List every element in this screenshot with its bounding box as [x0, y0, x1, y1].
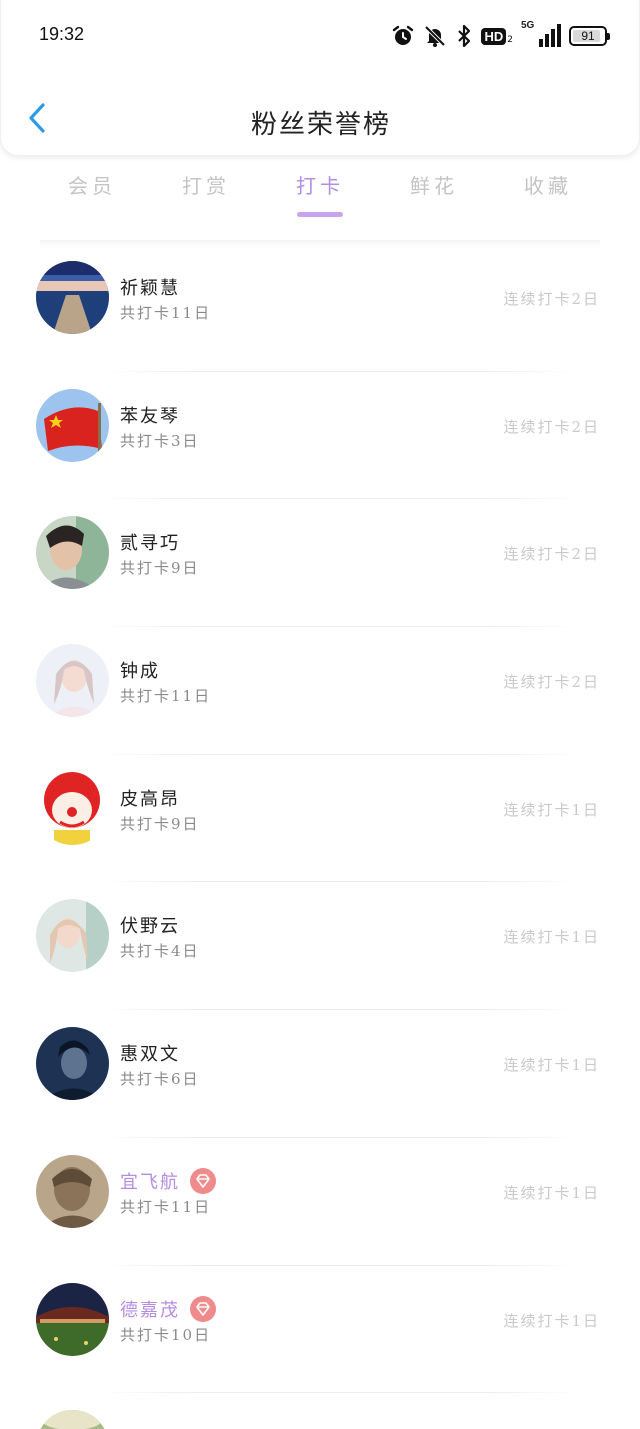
avatar[interactable]	[36, 644, 109, 718]
total-checkins: 共打卡4日	[120, 942, 200, 961]
alarm-icon	[391, 24, 415, 48]
nav-bar: 粉丝荣誉榜	[1, 90, 640, 150]
bell-off-icon	[423, 24, 447, 48]
fan-name: 钟成	[120, 661, 160, 683]
tab-active-indicator	[297, 212, 343, 217]
total-checkins: 共打卡11日	[120, 304, 212, 322]
total-checkins: 共打卡6日	[120, 1070, 200, 1089]
tab-favorites[interactable]: 收藏	[503, 170, 593, 199]
avatar[interactable]	[36, 1154, 109, 1228]
streak-checkins: 连续打卡2日	[503, 545, 600, 564]
list-item[interactable]: 宜飞航 共打卡11日 连续打卡1日	[0, 1138, 640, 1266]
total-checkins: 共打卡10日	[120, 1325, 212, 1344]
tab-checkin[interactable]: 打卡	[275, 170, 365, 217]
tab-membership[interactable]: 会员	[47, 170, 137, 199]
fan-name: 祈颖慧	[120, 278, 180, 299]
header-card: 19:32 HD 2 5G 91 粉丝荣誉榜	[0, 0, 640, 156]
total-checkins: 共打卡3日	[120, 431, 200, 450]
avatar[interactable]	[36, 1282, 109, 1356]
list-item[interactable]: 伏野云 共打卡4日 连续打卡1日	[0, 882, 640, 1011]
status-bar: 19:32 HD 2 5G 91	[1, 0, 640, 70]
total-checkins: 共打卡11日	[120, 1197, 212, 1216]
avatar[interactable]	[36, 388, 109, 462]
avatar[interactable]	[36, 899, 109, 973]
fan-name: 皮高昂	[120, 788, 180, 810]
battery-icon: 91	[569, 26, 610, 46]
list-item[interactable]: 贰寻巧 共打卡9日 连续打卡2日	[0, 499, 640, 628]
streak-checkins: 连续打卡1日	[503, 928, 600, 947]
network-label: 5G	[521, 20, 535, 31]
tab-tips[interactable]: 打赏	[161, 170, 251, 199]
list-item[interactable]: 惠双文 共打卡6日 连续打卡1日	[0, 1010, 640, 1138]
list-item[interactable]: 祈颖慧 共打卡11日 连续打卡2日	[0, 244, 640, 372]
hd-icon: HD 2	[481, 27, 513, 45]
avatar[interactable]	[36, 261, 109, 334]
tab-bar: 会员 打赏 打卡 鲜花 收藏	[0, 170, 640, 222]
battery-level-text: 91	[581, 29, 595, 43]
avatar[interactable]	[36, 516, 109, 590]
fan-name: 苯友琴	[120, 405, 180, 427]
status-icons: HD 2 5G 91	[391, 20, 610, 50]
avatar[interactable]	[36, 771, 109, 845]
list-item[interactable]: 钟成 共打卡11日 连续打卡2日	[0, 627, 640, 755]
fan-name: 德嘉茂	[120, 1299, 180, 1321]
fan-name: 伏野云	[120, 916, 180, 938]
fan-name: 惠双文	[120, 1044, 180, 1066]
avatar[interactable]	[36, 1410, 109, 1429]
streak-checkins: 连续打卡2日	[503, 673, 600, 692]
bluetooth-icon	[455, 24, 473, 48]
diamond-badge-icon	[190, 1295, 216, 1322]
signal-icon: 5G	[521, 20, 561, 49]
streak-checkins: 连续打卡1日	[503, 1056, 600, 1075]
tab-flowers[interactable]: 鲜花	[389, 170, 479, 199]
fan-name: 贰寻巧	[120, 533, 180, 555]
total-checkins: 共打卡11日	[120, 687, 212, 706]
page-title: 粉丝荣誉榜	[250, 110, 391, 140]
status-time: 19:32	[39, 24, 85, 44]
list-item[interactable]: 德嘉茂 共打卡10日 连续打卡1日	[0, 1266, 640, 1394]
fan-list: 祈颖慧 共打卡11日 连续打卡2日 苯友琴 共打卡3日 连续打卡2日 贰寻巧 共…	[0, 244, 640, 1429]
avatar[interactable]	[36, 1027, 109, 1101]
streak-checkins: 连续打卡1日	[503, 1311, 600, 1330]
total-checkins: 共打卡9日	[120, 559, 200, 578]
streak-checkins: 连续打卡1日	[503, 1183, 600, 1202]
streak-checkins: 连续打卡2日	[503, 417, 600, 436]
diamond-badge-icon	[190, 1167, 216, 1194]
list-item-partial[interactable]	[0, 1393, 640, 1429]
streak-checkins: 连续打卡1日	[503, 800, 600, 819]
list-item[interactable]: 苯友琴 共打卡3日 连续打卡2日	[0, 372, 640, 500]
fan-name: 宜飞航	[120, 1171, 180, 1193]
streak-checkins: 连续打卡2日	[503, 290, 600, 308]
total-checkins: 共打卡9日	[120, 814, 200, 833]
list-item[interactable]: 皮高昂 共打卡9日 连续打卡1日	[0, 755, 640, 883]
